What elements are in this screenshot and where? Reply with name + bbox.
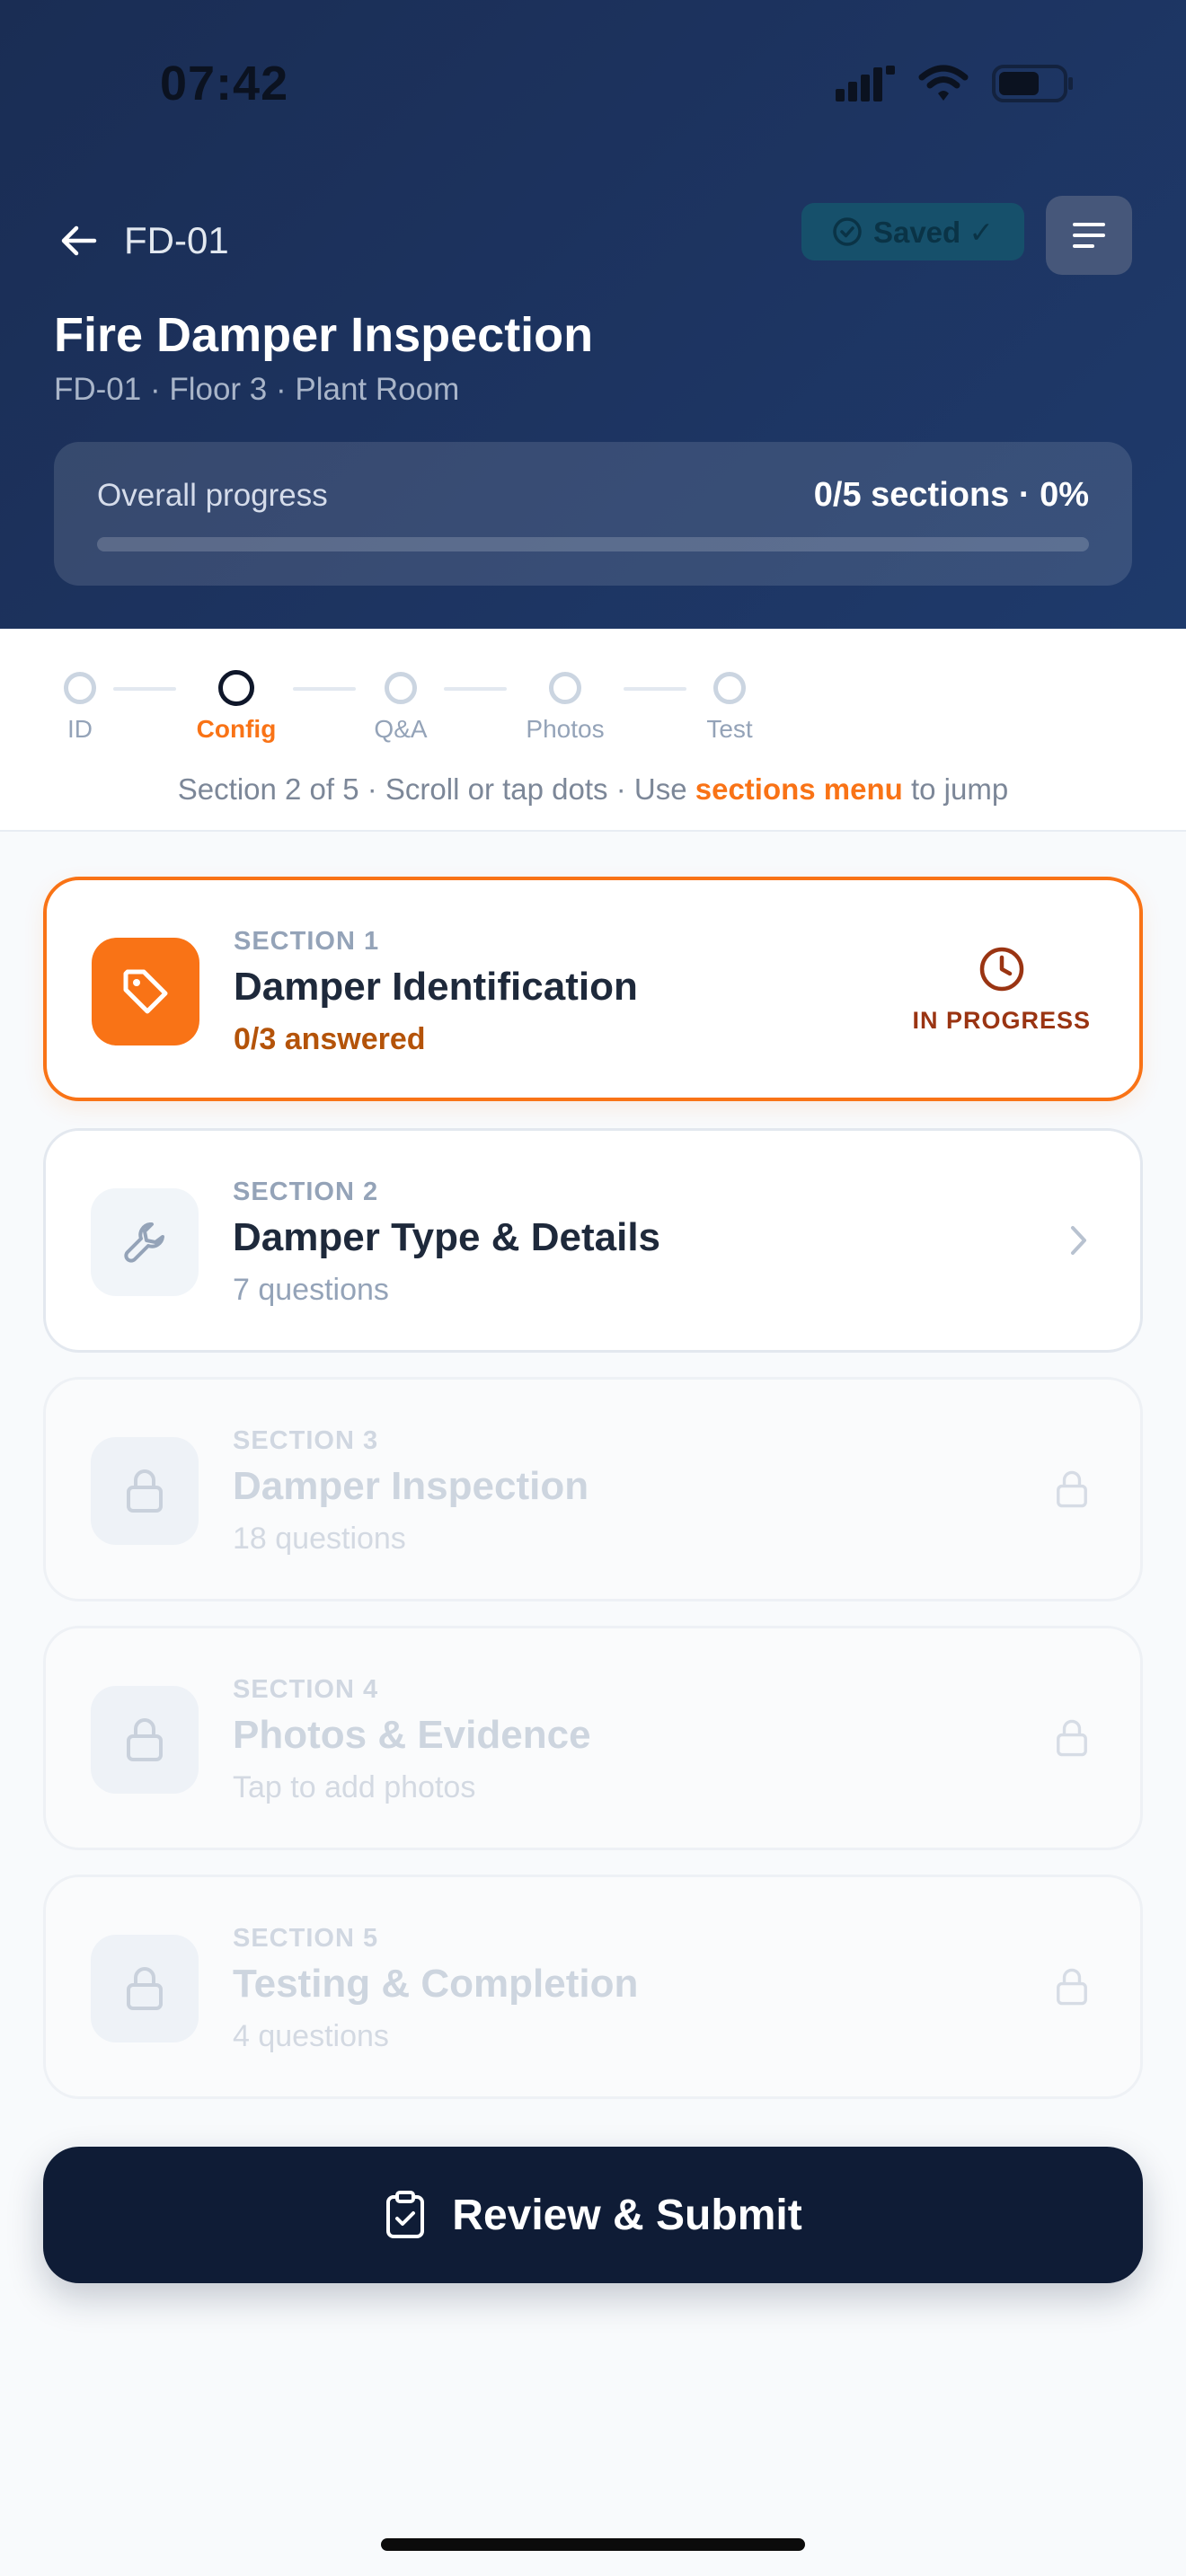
section-card-3: SECTION 3 Damper Inspection 18 questions [43, 1377, 1143, 1601]
saved-badge: Saved ✓ [801, 203, 1024, 260]
lock-icon [127, 1718, 163, 1761]
section-action [1065, 1131, 1092, 1350]
status-icons [836, 65, 1075, 102]
chevron-right-icon [1071, 1226, 1086, 1255]
step-label-photos: Photos [526, 715, 605, 743]
step-label-config: Config [196, 715, 277, 743]
section-title: Photos & Evidence [233, 1713, 591, 1757]
step-dot-test[interactable] [713, 672, 746, 704]
arrow-left-icon [61, 225, 97, 256]
progress-card: Overall progress 0/5 sections · 0% [54, 442, 1132, 586]
section-card-4: SECTION 4 Photos & Evidence Tap to add p… [43, 1626, 1143, 1850]
step-dot-photos[interactable] [549, 672, 581, 704]
status-time: 07:42 [160, 57, 289, 110]
lock-icon [127, 1967, 163, 2010]
section-number: SECTION 5 [233, 1924, 379, 1953]
progress-bar [97, 537, 1089, 551]
section-card-5: SECTION 5 Testing & Completion 4 questio… [43, 1875, 1143, 2099]
section-title: Testing & Completion [233, 1962, 639, 2006]
step-label-qa: Q&A [374, 715, 428, 743]
section-icon-box [91, 1686, 199, 1794]
section-lock [1052, 1380, 1092, 1599]
page-title: Fire Damper Inspection [54, 308, 594, 362]
back-button[interactable] [54, 216, 104, 266]
section-lock [1052, 1628, 1092, 1848]
sections-menu-link[interactable]: sections menu [695, 772, 903, 806]
review-submit-label: Review & Submit [452, 2191, 802, 2239]
lock-icon [1057, 1968, 1087, 2006]
section-subtitle: 0/3 answered [234, 1022, 426, 1056]
section-subtitle: Tap to add photos [233, 1770, 476, 1804]
section-status: IN PROGRESS [912, 880, 1091, 1098]
wifi-icon [918, 65, 969, 101]
section-icon-box [92, 938, 199, 1045]
page-subtitle: FD-01 · Floor 3 · Plant Room [54, 372, 460, 407]
clipboard-check-icon [386, 2191, 425, 2238]
section-number: SECTION 1 [234, 927, 380, 956]
clock-icon [979, 947, 1023, 991]
step-dot-id[interactable] [64, 672, 96, 704]
section-number: SECTION 4 [233, 1675, 379, 1704]
battery-icon [992, 65, 1073, 102]
section-subtitle: 4 questions [233, 2019, 389, 2053]
check-circle-icon [833, 217, 862, 246]
step-connector [113, 687, 176, 691]
sections-menu-button[interactable] [1046, 196, 1132, 275]
section-stepper: ID Config Q&A Photos Test Section 2 of 5… [0, 629, 1186, 832]
section-number: SECTION 3 [233, 1426, 379, 1455]
step-dot-config[interactable] [218, 670, 254, 706]
section-subtitle: 18 questions [233, 1522, 406, 1556]
menu-icon [1073, 223, 1105, 248]
stepper-hint-suffix: to jump [910, 772, 1009, 806]
lock-icon [127, 1469, 163, 1513]
review-submit-button[interactable]: Review & Submit [43, 2147, 1143, 2283]
section-subtitle: 7 questions [233, 1273, 389, 1307]
nav-bar: FD-01 Saved ✓ [0, 196, 1186, 286]
stepper-hint-prefix: Section 2 of 5 · Scroll or tap dots · Us… [177, 772, 687, 806]
section-lock [1052, 1877, 1092, 2096]
home-indicator [381, 2538, 805, 2551]
section-title: Damper Type & Details [233, 1215, 661, 1259]
section-card-2[interactable]: SECTION 2 Damper Type & Details 7 questi… [43, 1128, 1143, 1353]
nav-title: FD-01 [124, 219, 229, 261]
progress-label: Overall progress [97, 478, 328, 513]
tag-icon [123, 969, 168, 1014]
progress-value: 0/5 sections · 0% [813, 476, 1089, 514]
saved-label: Saved ✓ [872, 215, 995, 249]
section-number: SECTION 2 [233, 1178, 379, 1206]
section-title: Damper Identification [234, 965, 638, 1009]
section-card-1[interactable]: SECTION 1 Damper Identification 0/3 answ… [43, 877, 1143, 1101]
lock-icon [1057, 1470, 1087, 1508]
status-label: IN PROGRESS [912, 1006, 1091, 1034]
section-icon-box [91, 1935, 199, 2042]
step-connector [624, 687, 686, 691]
section-title: Damper Inspection [233, 1464, 589, 1508]
section-icon-box [91, 1188, 199, 1296]
step-connector [293, 687, 356, 691]
step-label-id: ID [67, 715, 93, 743]
wrench-icon [124, 1222, 164, 1263]
header: 07:42 FD-01 Saved ✓ Fire Damper Inspecti… [0, 0, 1186, 629]
cellular-signal-icon [836, 66, 895, 101]
lock-icon [1057, 1719, 1087, 1757]
stepper-hint: Section 2 of 5 · Scroll or tap dots · Us… [0, 772, 1186, 807]
section-icon-box [91, 1437, 199, 1545]
step-dot-qa[interactable] [385, 672, 417, 704]
step-connector [444, 687, 507, 691]
step-label-test: Test [706, 715, 753, 743]
status-bar: 07:42 [0, 0, 1186, 171]
